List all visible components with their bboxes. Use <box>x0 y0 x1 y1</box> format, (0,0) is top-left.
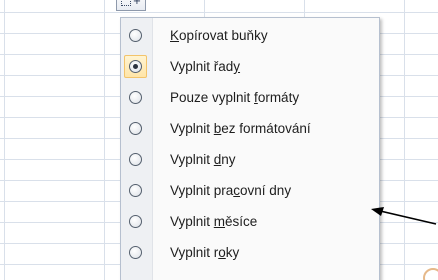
menu-item-fill-formatting-only[interactable]: Pouze vyplnit formáty <box>121 83 379 113</box>
radio-button-icon[interactable] <box>129 246 142 259</box>
menu-item-label: Pouze vyplnit formáty <box>170 90 300 105</box>
menu-item-copy-cells[interactable]: Kopírovat buňky <box>121 21 379 51</box>
radio-button-icon[interactable] <box>129 29 142 42</box>
menu-item-label: Kopírovat buňky <box>170 28 268 43</box>
menu-item-fill-days[interactable]: Vyplnit dny <box>121 145 379 175</box>
menu-item-label: Vyplnit bez formátování <box>170 121 311 136</box>
arrow-left-icon <box>371 207 437 225</box>
auto-fill-options-button[interactable]: + <box>116 0 146 11</box>
radio-button-checked-icon[interactable] <box>129 60 142 73</box>
menu-item-fill-weekdays[interactable]: Vyplnit pracovní dny <box>121 176 379 206</box>
menu-item-fill-without-formatting[interactable]: Vyplnit bez formátování <box>121 114 379 144</box>
menu-item-label: Vyplnit řady <box>170 59 241 74</box>
radio-button-icon[interactable] <box>129 184 142 197</box>
radio-button-icon[interactable] <box>129 91 142 104</box>
menu-item-label: Vyplnit roky <box>170 245 240 260</box>
radio-button-icon[interactable] <box>129 215 142 228</box>
auto-fill-options-menu: Kopírovat buňky Vyplnit řady Pouze vypln… <box>120 17 380 280</box>
radio-button-icon[interactable] <box>129 122 142 135</box>
menu-item-label: Vyplnit pracovní dny <box>170 183 292 198</box>
partial-circle-mark <box>423 268 438 280</box>
dropdown-plus-icon: + <box>132 0 142 7</box>
menu-item-fill-years[interactable]: Vyplnit roky <box>121 238 379 268</box>
menu-item-fill-series[interactable]: Vyplnit řady <box>121 52 379 82</box>
auto-fill-options-icon <box>120 0 131 6</box>
radio-button-icon[interactable] <box>129 153 142 166</box>
menu-item-label: Vyplnit měsíce <box>170 214 258 229</box>
menu-item-fill-months[interactable]: Vyplnit měsíce <box>121 207 379 237</box>
menu-item-label: Vyplnit dny <box>170 152 236 167</box>
